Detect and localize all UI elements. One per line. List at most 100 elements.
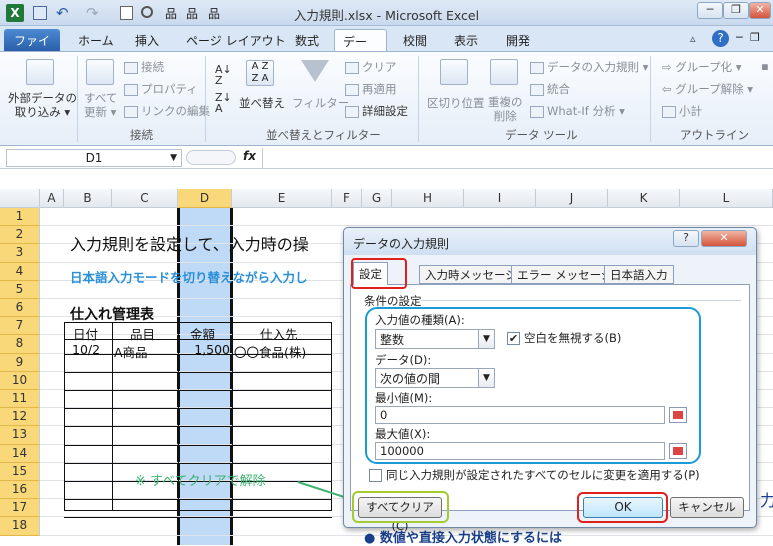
max-range-picker-icon[interactable] bbox=[669, 443, 687, 459]
external-data-icon[interactable] bbox=[26, 59, 54, 85]
ribbon-minimize-icon[interactable]: ▵ bbox=[690, 32, 696, 45]
tab-file[interactable]: ファイル bbox=[4, 29, 60, 65]
max-input[interactable]: 100000 bbox=[375, 442, 665, 460]
tab-insert[interactable]: 挿入 bbox=[127, 29, 167, 51]
consolidate-button[interactable]: 統合 bbox=[530, 81, 570, 97]
row-header-8[interactable]: 8 bbox=[0, 335, 40, 354]
col-header-D[interactable]: D bbox=[178, 189, 232, 208]
row-header-10[interactable]: 10 bbox=[0, 371, 40, 390]
name-box-dropdown-icon[interactable]: ▼ bbox=[170, 150, 177, 166]
formula-dots[interactable] bbox=[186, 150, 236, 165]
tab-data[interactable]: データ bbox=[334, 29, 387, 66]
col-header-L[interactable]: L bbox=[680, 189, 773, 208]
tab-view[interactable]: 表示 bbox=[446, 29, 486, 51]
row-header-5[interactable]: 5 bbox=[0, 280, 40, 299]
row-header-16[interactable]: 16 bbox=[0, 481, 40, 500]
tab-error-message[interactable]: エラー メッセージ bbox=[511, 265, 619, 284]
row-header-4[interactable]: 4 bbox=[0, 262, 40, 281]
col-header-E[interactable]: E bbox=[232, 189, 332, 208]
cell-item[interactable]: A商品 bbox=[114, 342, 148, 361]
what-if-button[interactable]: What-If 分析 ▾ bbox=[530, 103, 625, 119]
row-header-3[interactable]: 3 bbox=[0, 244, 40, 263]
dialog-close-button[interactable]: ✕ bbox=[701, 230, 747, 247]
tab-formulas[interactable]: 数式 bbox=[287, 29, 327, 51]
workbook-min-icon[interactable]: ─ bbox=[736, 31, 743, 44]
cancel-button[interactable]: キャンセル bbox=[670, 497, 744, 518]
ungroup-button[interactable]: ⇦ グループ解除 ▾ bbox=[662, 81, 753, 97]
tab-review[interactable]: 校閲 bbox=[395, 29, 435, 51]
allow-select[interactable]: 整数 ▼ bbox=[375, 329, 495, 349]
filter-icon[interactable] bbox=[301, 60, 329, 82]
min-input[interactable]: 0 bbox=[375, 406, 665, 424]
dialog-help-button[interactable]: ? bbox=[673, 230, 699, 247]
col-header-G[interactable]: G bbox=[362, 189, 392, 208]
remove-duplicates-button[interactable]: 重複の 削除 bbox=[488, 95, 523, 123]
refresh-all-button[interactable]: すべて 更新 ▾ bbox=[84, 91, 117, 119]
row-header-2[interactable]: 2 bbox=[0, 226, 40, 245]
col-header-A[interactable]: A bbox=[40, 189, 64, 208]
tab-home[interactable]: ホーム bbox=[70, 29, 122, 51]
text-to-columns-button[interactable]: 区切り位置 bbox=[427, 95, 485, 111]
cell-supplier[interactable]: 〇〇食品(株) bbox=[234, 342, 306, 361]
row-header-7[interactable]: 7 bbox=[0, 317, 40, 336]
col-header-F[interactable]: F bbox=[332, 189, 362, 208]
col-header-H[interactable]: H bbox=[392, 189, 464, 208]
sort-button[interactable]: 並べ替え bbox=[239, 95, 285, 111]
table-row-line bbox=[64, 426, 332, 428]
connections-button[interactable]: 接続 bbox=[124, 59, 164, 75]
help-icon[interactable]: ? bbox=[712, 30, 729, 47]
minimize-button[interactable]: ─ bbox=[697, 2, 723, 19]
row-header-18[interactable]: 18 bbox=[0, 517, 40, 536]
row-header-9[interactable]: 9 bbox=[0, 353, 40, 372]
col-header-C[interactable]: C bbox=[112, 189, 178, 208]
fx-icon[interactable]: fx bbox=[243, 149, 256, 163]
tab-ime[interactable]: 日本語入力 bbox=[604, 265, 674, 284]
cell-date[interactable]: 10/2 bbox=[72, 342, 100, 357]
workbook-restore-icon[interactable]: ❐ bbox=[750, 31, 760, 44]
corner-select-all[interactable] bbox=[0, 189, 40, 208]
sort-dialog-icon[interactable]: A ZZ A bbox=[246, 60, 274, 86]
col-header-J[interactable]: J bbox=[536, 189, 608, 208]
row-header-14[interactable]: 14 bbox=[0, 444, 40, 463]
text-to-columns-icon[interactable] bbox=[440, 59, 468, 85]
filter-button[interactable]: フィルター bbox=[292, 95, 349, 111]
sort-az-icon[interactable]: A↓ Z bbox=[215, 64, 232, 86]
row-header-15[interactable]: 15 bbox=[0, 462, 40, 481]
min-range-picker-icon[interactable] bbox=[669, 407, 687, 423]
row-header-1[interactable]: 1 bbox=[0, 208, 40, 227]
remove-duplicates-icon[interactable] bbox=[490, 59, 518, 85]
external-data-button[interactable]: 外部データの 取り込み ▾ bbox=[8, 91, 77, 119]
tab-developer[interactable]: 開発 bbox=[498, 29, 538, 51]
row-header-17[interactable]: 17 bbox=[0, 499, 40, 518]
sort-za-icon[interactable]: Z↓ A bbox=[215, 92, 232, 114]
chevron-down-icon[interactable]: ▼ bbox=[478, 330, 494, 348]
formula-input[interactable] bbox=[262, 148, 773, 168]
row-header-12[interactable]: 12 bbox=[0, 408, 40, 427]
clear-button[interactable]: クリア bbox=[345, 59, 397, 75]
group-button[interactable]: ⇨ グループ化 ▾ bbox=[662, 59, 742, 75]
chevron-down-icon[interactable]: ▼ bbox=[478, 369, 494, 387]
row-header-6[interactable]: 6 bbox=[0, 299, 40, 318]
row-header-11[interactable]: 11 bbox=[0, 390, 40, 409]
group-sort-filter-label: 並べ替えとフィルター bbox=[266, 128, 381, 142]
reapply-button[interactable]: 再適用 bbox=[345, 81, 397, 97]
refresh-icon[interactable] bbox=[86, 59, 114, 85]
data-validation-button[interactable]: データの入力規則 ▾ bbox=[530, 59, 648, 75]
edit-links-button[interactable]: リンクの編集 bbox=[124, 103, 210, 119]
advanced-button[interactable]: 詳細設定 bbox=[345, 103, 408, 119]
subtotal-button[interactable]: 小計 bbox=[662, 103, 702, 119]
data-select[interactable]: 次の値の間 ▼ bbox=[375, 368, 495, 388]
close-button[interactable]: ✕ bbox=[749, 2, 771, 19]
tab-input-message[interactable]: 入力時メッセージ bbox=[419, 265, 523, 284]
restore-button[interactable]: ❐ bbox=[723, 2, 749, 19]
col-header-I[interactable]: I bbox=[464, 189, 536, 208]
tab-page-layout[interactable]: ページ レイアウト bbox=[178, 29, 294, 51]
ignore-blank-checkbox[interactable]: ✔ bbox=[507, 332, 520, 345]
cell-amount[interactable]: 1,500 bbox=[188, 342, 230, 357]
name-box[interactable]: D1 ▼ bbox=[6, 149, 182, 167]
col-header-K[interactable]: K bbox=[608, 189, 680, 208]
col-header-B[interactable]: B bbox=[64, 189, 112, 208]
apply-all-checkbox[interactable] bbox=[369, 469, 382, 482]
row-header-13[interactable]: 13 bbox=[0, 426, 40, 445]
properties-button[interactable]: プロパティ bbox=[124, 81, 198, 97]
